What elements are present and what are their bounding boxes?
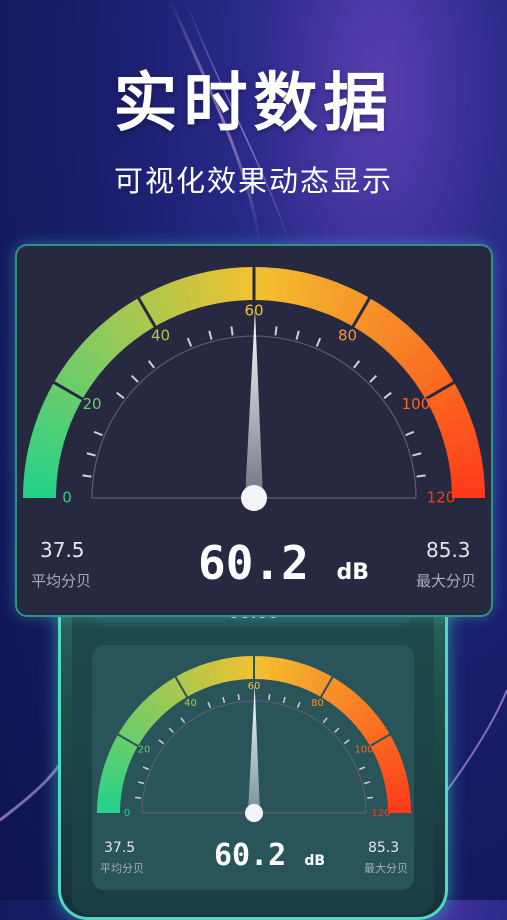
main-scale-label: 100 bbox=[402, 395, 431, 413]
main-minor-tick bbox=[186, 337, 193, 347]
main-minor-tick bbox=[82, 474, 92, 478]
main-minor-tick bbox=[86, 452, 96, 457]
max-label: 最大分贝 bbox=[416, 572, 477, 590]
main-arc-segment bbox=[451, 485, 485, 498]
main-minor-tick bbox=[416, 474, 426, 478]
main-minor-tick bbox=[230, 326, 234, 336]
main-scale-label: 40 bbox=[151, 327, 170, 345]
main-scale-label: 20 bbox=[83, 395, 102, 413]
main-minor-tick bbox=[369, 374, 378, 383]
main-minor-tick bbox=[116, 391, 125, 399]
main-minor-tick bbox=[93, 430, 103, 437]
main-reading: 60.2 dB bbox=[198, 536, 369, 590]
main-minor-tick bbox=[412, 452, 422, 457]
avg-label: 平均分贝 bbox=[31, 572, 92, 590]
main-minor-tick bbox=[274, 326, 278, 336]
main-minor-tick bbox=[208, 330, 213, 340]
main-needle-hub bbox=[241, 485, 267, 511]
main-minor-tick bbox=[315, 337, 322, 347]
main-minor-tick bbox=[295, 330, 300, 340]
main-scale-label: 60 bbox=[244, 302, 263, 320]
avg-value: 37.5 bbox=[40, 538, 85, 562]
main-minor-tick bbox=[147, 360, 155, 369]
main-scale-label: 0 bbox=[62, 489, 72, 507]
main-minor-tick bbox=[130, 374, 139, 383]
main-minor-tick bbox=[405, 430, 415, 437]
max-value: 85.3 bbox=[426, 538, 471, 562]
main-reading-unit: dB bbox=[336, 560, 370, 585]
main-minor-tick bbox=[383, 391, 392, 399]
main-reading-value: 60.2 bbox=[198, 536, 309, 590]
main-scale-label: 80 bbox=[338, 327, 357, 345]
main-scale-label: 120 bbox=[427, 489, 456, 507]
main-minor-tick bbox=[353, 360, 361, 369]
main-gauge: 0 20 40 60 80 100 120 bbox=[23, 265, 485, 511]
main-needle bbox=[245, 310, 263, 499]
